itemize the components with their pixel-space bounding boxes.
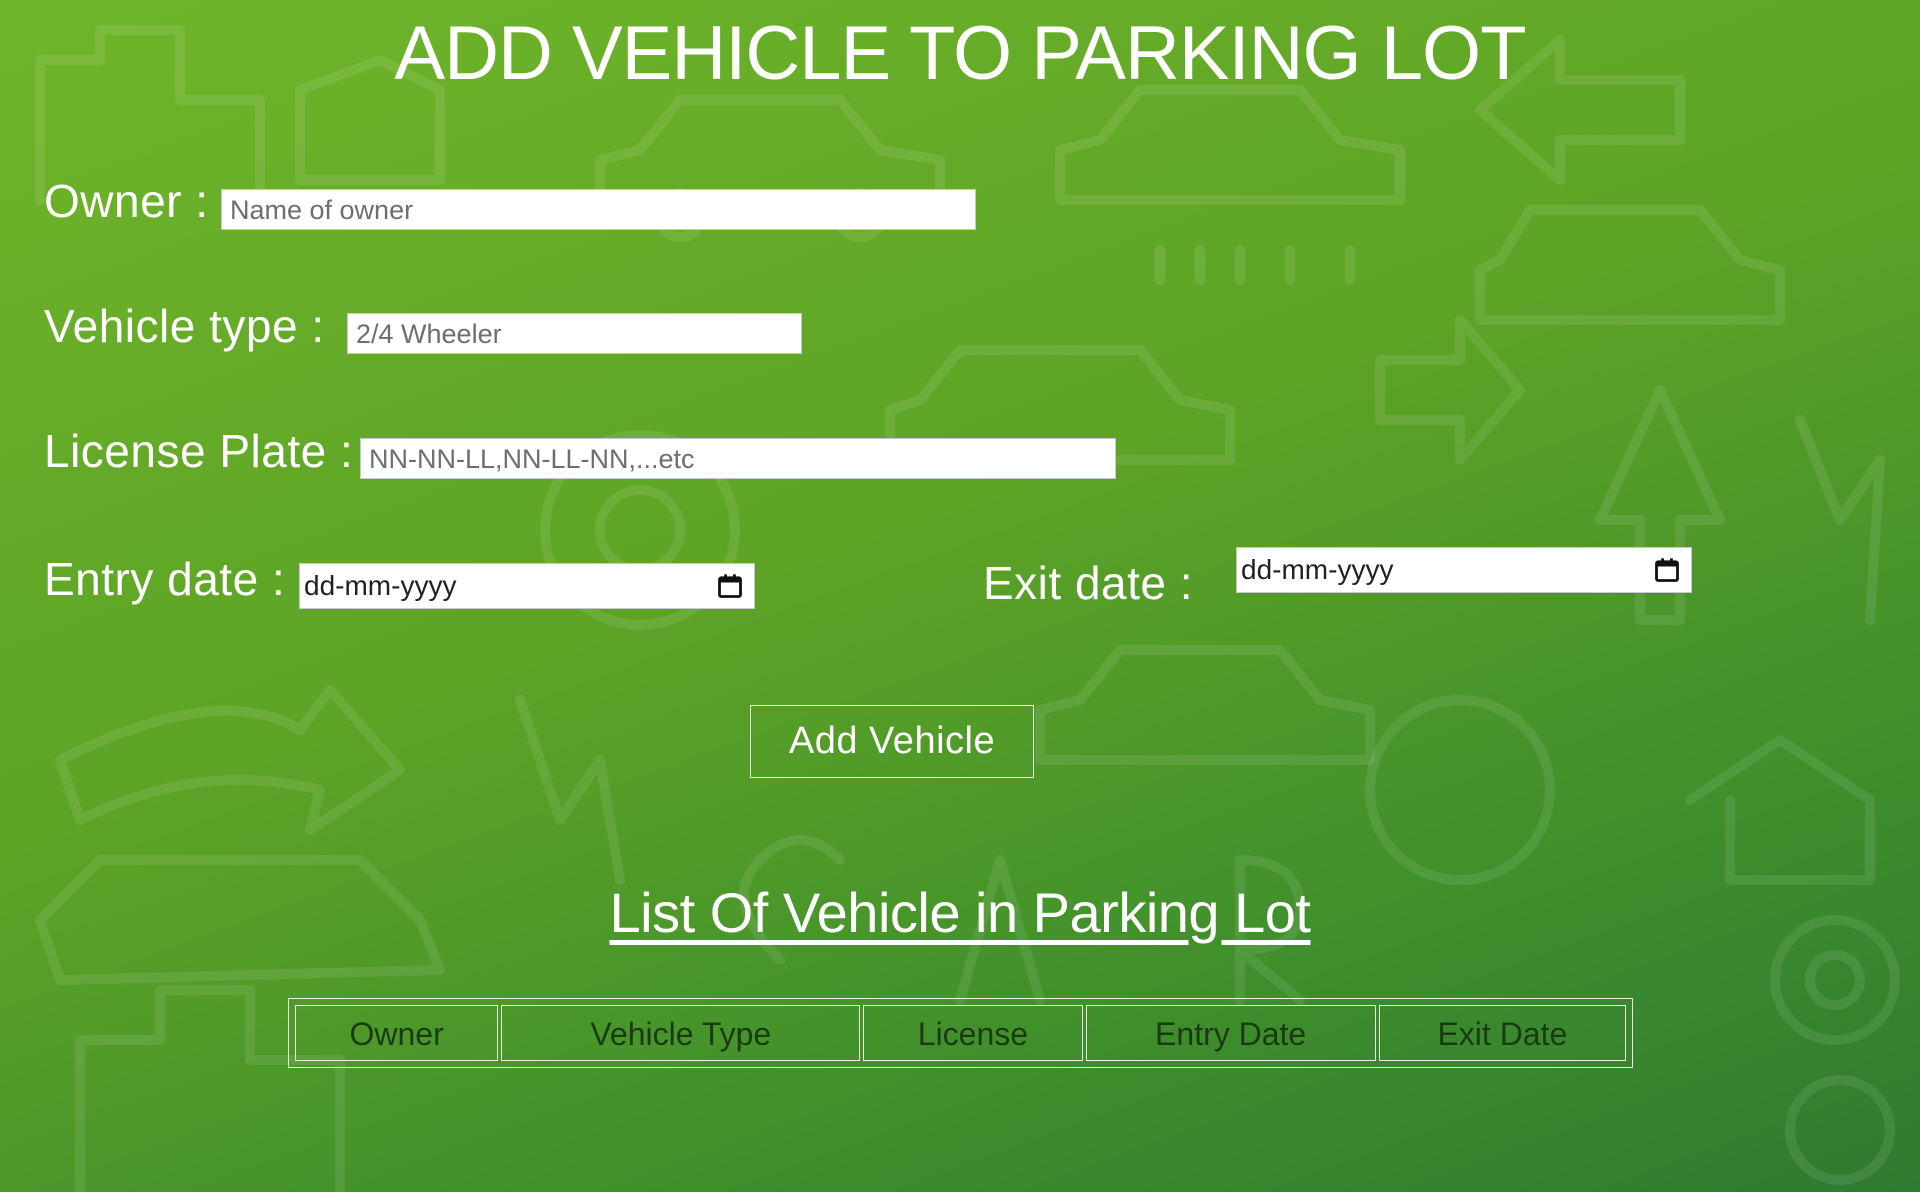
license-plate-label: License Plate :: [44, 425, 354, 477]
exit-date-label: Exit date :: [983, 557, 1194, 609]
owner-input[interactable]: [221, 189, 976, 230]
page-content: ADD VEHICLE TO PARKING LOT Owner : Vehic…: [0, 0, 1920, 1192]
column-header-entry-date: Entry Date: [1085, 1005, 1376, 1061]
exit-date-placeholder: dd-mm-yyyy: [1241, 554, 1394, 585]
page-title: ADD VEHICLE TO PARKING LOT: [394, 11, 1526, 96]
entry-date-label: Entry date :: [44, 553, 286, 605]
entry-date-placeholder: dd-mm-yyyy: [304, 570, 457, 601]
add-vehicle-button[interactable]: Add Vehicle: [750, 705, 1034, 778]
column-header-license: License: [863, 1005, 1083, 1061]
column-header-owner: Owner: [295, 1005, 499, 1061]
entry-date-input[interactable]: dd-mm-yyyy: [299, 563, 755, 609]
vehicle-type-label: Vehicle type :: [44, 300, 325, 352]
column-header-exit-date: Exit Date: [1378, 1005, 1626, 1061]
column-header-vehicle-type: Vehicle Type: [501, 1005, 861, 1061]
owner-label: Owner :: [44, 175, 209, 227]
exit-date-input[interactable]: dd-mm-yyyy: [1236, 547, 1692, 593]
vehicle-list-title: List Of Vehicle in Parking Lot: [609, 881, 1311, 944]
vehicle-list-table: Owner Vehicle Type License Entry Date Ex…: [288, 998, 1633, 1068]
license-plate-input[interactable]: [360, 438, 1116, 479]
calendar-icon[interactable]: [1653, 556, 1681, 584]
vehicle-table-header: Owner Vehicle Type License Entry Date Ex…: [295, 1005, 1626, 1061]
table-header-row: Owner Vehicle Type License Entry Date Ex…: [295, 1005, 1626, 1061]
calendar-icon[interactable]: [716, 572, 744, 600]
vehicle-type-input[interactable]: [347, 313, 802, 354]
